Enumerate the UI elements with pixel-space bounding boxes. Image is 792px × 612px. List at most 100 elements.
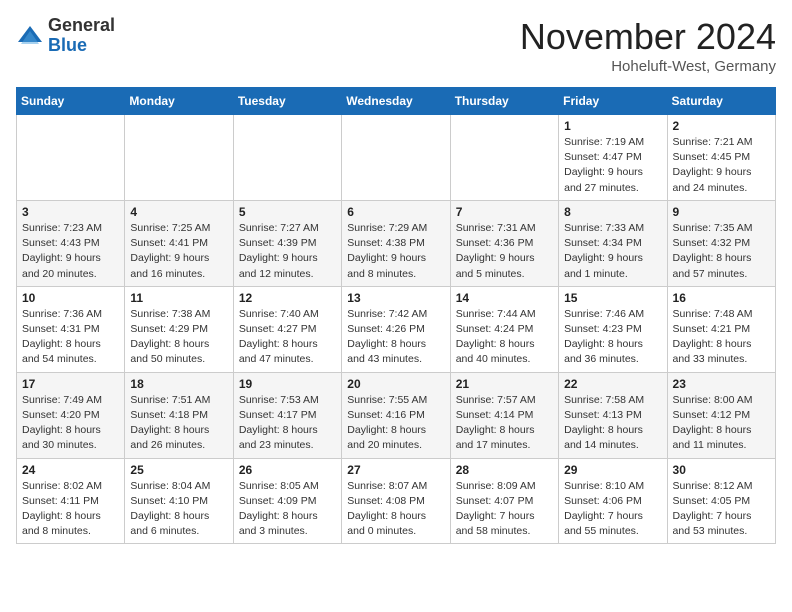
calendar-week-5: 24Sunrise: 8:02 AMSunset: 4:11 PMDayligh… (17, 458, 776, 544)
calendar-cell: 23Sunrise: 8:00 AMSunset: 4:12 PMDayligh… (667, 372, 775, 458)
day-info: Sunrise: 7:40 AMSunset: 4:27 PMDaylight:… (239, 307, 336, 368)
calendar-cell: 15 Sunrise: 7:46 AMSunset: 4:23 PMDayligh… (559, 286, 667, 372)
calendar-cell: 10 Sunrise: 7:36 AMSunset: 4:31 PMDayligh… (17, 286, 125, 372)
calendar-cell: 7 Sunrise: 7:31 AMSunset: 4:36 PMDaylight… (450, 200, 558, 286)
day-info: Sunrise: 7:53 AMSunset: 4:17 PMDaylight:… (239, 393, 336, 454)
day-number: 3 (22, 205, 119, 219)
day-info: Sunrise: 7:36 AMSunset: 4:31 PMDaylight:… (22, 307, 119, 368)
calendar-cell (342, 115, 450, 201)
calendar-week-1: 1 Sunrise: 7:19 AMSunset: 4:47 PMDaylight… (17, 115, 776, 201)
day-info: Sunrise: 8:10 AMSunset: 4:06 PMDaylight:… (564, 479, 661, 540)
day-info: Sunrise: 7:46 AMSunset: 4:23 PMDaylight:… (564, 307, 661, 368)
day-info: Sunrise: 7:23 AMSunset: 4:43 PMDaylight:… (22, 221, 119, 282)
calendar-cell: 6Sunrise: 7:29 AMSunset: 4:38 PMDaylight… (342, 200, 450, 286)
location-title: Hoheluft-West, Germany (520, 58, 776, 75)
day-info: Sunrise: 7:38 AMSunset: 4:29 PMDaylight:… (130, 307, 227, 368)
day-number: 22 (564, 377, 661, 391)
day-info: Sunrise: 7:49 AMSunset: 4:20 PMDaylight:… (22, 393, 119, 454)
calendar-cell: 13 Sunrise: 7:42 AMSunset: 4:26 PMDayligh… (342, 286, 450, 372)
calendar-cell: 18Sunrise: 7:51 AMSunset: 4:18 PMDayligh… (125, 372, 233, 458)
col-friday: Friday (559, 88, 667, 115)
day-number: 11 (130, 291, 227, 305)
calendar-cell: 16 Sunrise: 7:48 AMSunset: 4:21 PMDayligh… (667, 286, 775, 372)
calendar-cell: 24Sunrise: 8:02 AMSunset: 4:11 PMDayligh… (17, 458, 125, 544)
day-number: 5 (239, 205, 336, 219)
day-number: 23 (673, 377, 770, 391)
day-info: Sunrise: 7:19 AMSunset: 4:47 PMDaylight:… (564, 135, 661, 196)
calendar-cell: 20 Sunrise: 7:55 AMSunset: 4:16 PMDayligh… (342, 372, 450, 458)
calendar-cell: 25 Sunrise: 8:04 AMSunset: 4:10 PMDayligh… (125, 458, 233, 544)
day-info: Sunrise: 7:35 AMSunset: 4:32 PMDaylight:… (673, 221, 770, 282)
calendar-cell: 21 Sunrise: 7:57 AMSunset: 4:14 PMDayligh… (450, 372, 558, 458)
title-block: November 2024 Hoheluft-West, Germany (520, 16, 776, 75)
day-number: 6 (347, 205, 444, 219)
logo: General Blue (16, 16, 115, 56)
day-info: Sunrise: 7:33 AMSunset: 4:34 PMDaylight:… (564, 221, 661, 282)
calendar-header: Sunday Monday Tuesday Wednesday Thursday… (17, 88, 776, 115)
day-info: Sunrise: 8:04 AMSunset: 4:10 PMDaylight:… (130, 479, 227, 540)
calendar-cell (17, 115, 125, 201)
day-number: 20 (347, 377, 444, 391)
month-title: November 2024 (520, 16, 776, 58)
calendar-cell: 14Sunrise: 7:44 AMSunset: 4:24 PMDayligh… (450, 286, 558, 372)
day-number: 28 (456, 463, 553, 477)
col-monday: Monday (125, 88, 233, 115)
col-sunday: Sunday (17, 88, 125, 115)
day-info: Sunrise: 7:51 AMSunset: 4:18 PMDaylight:… (130, 393, 227, 454)
day-number: 14 (456, 291, 553, 305)
day-info: Sunrise: 7:21 AMSunset: 4:45 PMDaylight:… (673, 135, 770, 196)
calendar-cell: 11 Sunrise: 7:38 AMSunset: 4:29 PMDayligh… (125, 286, 233, 372)
day-info: Sunrise: 8:02 AMSunset: 4:11 PMDaylight:… (22, 479, 119, 540)
calendar-cell: 30Sunrise: 8:12 AMSunset: 4:05 PMDayligh… (667, 458, 775, 544)
calendar-cell: 26 Sunrise: 8:05 AMSunset: 4:09 PMDayligh… (233, 458, 341, 544)
day-info: Sunrise: 8:07 AMSunset: 4:08 PMDaylight:… (347, 479, 444, 540)
day-number: 4 (130, 205, 227, 219)
calendar-week-3: 10 Sunrise: 7:36 AMSunset: 4:31 PMDayligh… (17, 286, 776, 372)
day-number: 30 (673, 463, 770, 477)
col-wednesday: Wednesday (342, 88, 450, 115)
logo-blue: Blue (48, 35, 87, 55)
calendar-cell: 1 Sunrise: 7:19 AMSunset: 4:47 PMDaylight… (559, 115, 667, 201)
calendar-cell: 9 Sunrise: 7:35 AMSunset: 4:32 PMDaylight… (667, 200, 775, 286)
calendar-table: Sunday Monday Tuesday Wednesday Thursday… (16, 87, 776, 544)
day-info: Sunrise: 7:42 AMSunset: 4:26 PMDaylight:… (347, 307, 444, 368)
day-info: Sunrise: 7:48 AMSunset: 4:21 PMDaylight:… (673, 307, 770, 368)
day-number: 13 (347, 291, 444, 305)
day-number: 26 (239, 463, 336, 477)
calendar-week-4: 17 Sunrise: 7:49 AMSunset: 4:20 PMDayligh… (17, 372, 776, 458)
calendar-cell: 12Sunrise: 7:40 AMSunset: 4:27 PMDayligh… (233, 286, 341, 372)
day-number: 16 (673, 291, 770, 305)
day-number: 15 (564, 291, 661, 305)
day-number: 19 (239, 377, 336, 391)
col-saturday: Saturday (667, 88, 775, 115)
day-info: Sunrise: 8:09 AMSunset: 4:07 PMDaylight:… (456, 479, 553, 540)
logo-general: General (48, 15, 115, 35)
calendar-cell: 4Sunrise: 7:25 AMSunset: 4:41 PMDaylight… (125, 200, 233, 286)
day-info: Sunrise: 7:31 AMSunset: 4:36 PMDaylight:… (456, 221, 553, 282)
calendar-body: 1 Sunrise: 7:19 AMSunset: 4:47 PMDaylight… (17, 115, 776, 544)
col-thursday: Thursday (450, 88, 558, 115)
calendar-cell: 2 Sunrise: 7:21 AMSunset: 4:45 PMDaylight… (667, 115, 775, 201)
logo-text: General Blue (48, 16, 115, 56)
day-number: 27 (347, 463, 444, 477)
day-info: Sunrise: 7:58 AMSunset: 4:13 PMDaylight:… (564, 393, 661, 454)
calendar-cell: 22 Sunrise: 7:58 AMSunset: 4:13 PMDayligh… (559, 372, 667, 458)
calendar-cell: 28 Sunrise: 8:09 AMSunset: 4:07 PMDayligh… (450, 458, 558, 544)
day-number: 7 (456, 205, 553, 219)
col-tuesday: Tuesday (233, 88, 341, 115)
day-number: 1 (564, 119, 661, 133)
day-number: 25 (130, 463, 227, 477)
calendar-cell: 17 Sunrise: 7:49 AMSunset: 4:20 PMDayligh… (17, 372, 125, 458)
header: General Blue November 2024 Hoheluft-West… (16, 16, 776, 75)
day-number: 2 (673, 119, 770, 133)
day-number: 10 (22, 291, 119, 305)
day-info: Sunrise: 8:05 AMSunset: 4:09 PMDaylight:… (239, 479, 336, 540)
day-number: 9 (673, 205, 770, 219)
day-number: 21 (456, 377, 553, 391)
day-number: 29 (564, 463, 661, 477)
day-info: Sunrise: 7:57 AMSunset: 4:14 PMDaylight:… (456, 393, 553, 454)
day-info: Sunrise: 7:55 AMSunset: 4:16 PMDaylight:… (347, 393, 444, 454)
calendar-cell (450, 115, 558, 201)
logo-icon (16, 22, 44, 50)
day-number: 17 (22, 377, 119, 391)
